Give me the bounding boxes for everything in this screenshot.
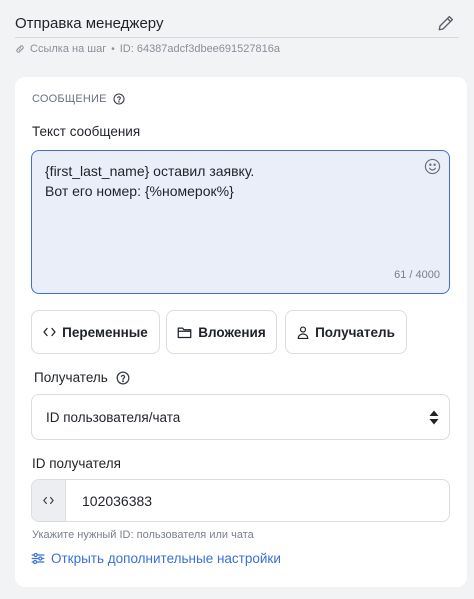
pencil-icon[interactable] <box>437 14 455 32</box>
variable-insert-button[interactable] <box>32 480 66 521</box>
link-icon <box>16 45 24 53</box>
advanced-settings-label: Открыть дополнительные настройки <box>51 551 281 566</box>
char-counter: 61 / 4000 <box>394 269 440 281</box>
attachments-label: Вложения <box>198 324 266 340</box>
step-title[interactable]: Отправка менеджеру <box>15 15 163 32</box>
select-arrows-icon <box>429 410 439 425</box>
help-icon[interactable] <box>113 93 125 105</box>
message-card: СООБЩЕНИЕ Текст сообщения {first_last_na… <box>15 77 467 587</box>
separator-dot: • <box>111 43 115 55</box>
code-icon <box>43 496 54 505</box>
recipient-id-label: ID получателя <box>32 456 121 471</box>
sliders-icon <box>31 552 45 565</box>
recipient-id-input[interactable] <box>66 480 446 521</box>
recipient-button[interactable]: Получатель <box>285 310 407 354</box>
user-icon <box>297 325 309 339</box>
recipient-label: Получатель <box>34 370 130 385</box>
step-meta: Ссылка на шаг • ID: 64387adcf3dbee691527… <box>15 42 280 56</box>
folder-icon <box>177 327 192 338</box>
variables-label: Переменные <box>62 324 148 340</box>
recipient-type-select[interactable]: ID пользователя/чата <box>31 394 450 440</box>
advanced-settings-link[interactable]: Открыть дополнительные настройки <box>31 551 281 566</box>
recipient-type-value: ID пользователя/чата <box>46 409 181 425</box>
recipient-button-label: Получатель <box>315 324 395 340</box>
section-label: СООБЩЕНИЕ <box>32 93 125 105</box>
recipient-id-field[interactable] <box>31 479 450 522</box>
step-link[interactable]: Ссылка на шаг <box>30 43 106 55</box>
message-line: {first_last_name} оставил заявку. <box>45 163 255 179</box>
step-header: Отправка менеджеру Ссылка на шаг • ID: 6… <box>0 0 474 70</box>
code-icon <box>43 327 56 337</box>
message-line: Вот его номер: {%номерок%} <box>45 183 234 199</box>
message-textarea[interactable]: {first_last_name} оставил заявку. Вот ег… <box>31 150 450 294</box>
message-text-label: Текст сообщения <box>32 124 141 139</box>
help-icon[interactable] <box>116 371 130 385</box>
attachments-button[interactable]: Вложения <box>166 310 277 354</box>
recipient-label-text: Получатель <box>34 370 108 385</box>
variables-button[interactable]: Переменные <box>31 310 160 354</box>
step-id: ID: 64387adcf3dbee691527816a <box>119 43 280 55</box>
section-label-text: СООБЩЕНИЕ <box>32 93 107 105</box>
emoji-icon[interactable] <box>424 158 441 175</box>
title-row: Отправка менеджеру <box>15 14 459 38</box>
recipient-id-hint: Укажите нужный ID: пользователя или чата <box>32 529 254 541</box>
